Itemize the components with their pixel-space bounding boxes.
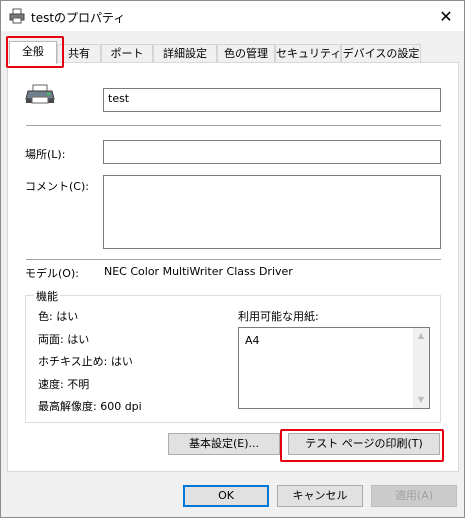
feature-color: 色: はい	[38, 310, 79, 323]
feature-speed: 速度: 不明	[38, 378, 90, 391]
location-label: 場所(L):	[25, 148, 66, 161]
comment-input[interactable]	[103, 175, 441, 249]
tab-general[interactable]: 全般	[9, 41, 57, 64]
title-bar: testのプロパティ ✕	[1, 1, 464, 31]
tab-advanced[interactable]: 詳細設定	[153, 44, 217, 63]
cancel-button[interactable]: キャンセル	[277, 485, 363, 507]
print-test-page-button[interactable]: テスト ページの印刷(T)	[288, 433, 440, 455]
model-value: NEC Color MultiWriter Class Driver	[104, 265, 293, 278]
tab-ports[interactable]: ポート	[101, 44, 153, 63]
tab-color-management[interactable]: 色の管理	[217, 44, 275, 63]
close-icon: ✕	[439, 6, 453, 26]
features-title: 機能	[34, 288, 60, 304]
divider	[26, 259, 441, 260]
window-title: testのプロパティ	[31, 11, 126, 25]
preferences-button[interactable]: 基本設定(E)...	[168, 433, 280, 455]
divider	[26, 125, 441, 126]
tab-device-settings[interactable]: デバイスの設定	[341, 44, 421, 63]
printer-icon	[25, 84, 55, 104]
scroll-down-icon[interactable]: ▼	[413, 392, 429, 408]
paper-item[interactable]: A4	[245, 334, 260, 347]
tab-strip: 全般 共有 ポート 詳細設定 色の管理 セキュリティ デバイスの設定	[7, 41, 459, 64]
location-input[interactable]	[103, 140, 441, 164]
feature-duplex: 両面: はい	[38, 333, 90, 346]
comment-label: コメント(C):	[25, 180, 89, 193]
paper-label: 利用可能な用紙:	[238, 310, 319, 323]
feature-staple: ホチキス止め: はい	[38, 355, 133, 368]
printer-icon	[9, 8, 25, 24]
general-panel: test 場所(L): コメント(C): モデル(O): NEC Color M…	[7, 62, 459, 472]
printer-name-input[interactable]: test	[103, 88, 441, 112]
feature-resolution: 最高解像度: 600 dpi	[38, 400, 142, 413]
tab-sharing[interactable]: 共有	[57, 44, 101, 63]
tab-security[interactable]: セキュリティ	[275, 44, 341, 63]
listbox-scrollbar[interactable]: ▲ ▼	[413, 328, 429, 408]
properties-dialog: testのプロパティ ✕ 全般 共有 ポート 詳細設定 色の管理 セキュリティ …	[0, 0, 465, 518]
paper-listbox[interactable]: A4 ▲ ▼	[238, 327, 430, 409]
ok-button[interactable]: OK	[183, 485, 269, 507]
apply-button[interactable]: 適用(A)	[371, 485, 457, 507]
scroll-up-icon[interactable]: ▲	[413, 328, 429, 344]
close-button[interactable]: ✕	[432, 3, 460, 29]
model-label: モデル(O):	[25, 267, 79, 280]
